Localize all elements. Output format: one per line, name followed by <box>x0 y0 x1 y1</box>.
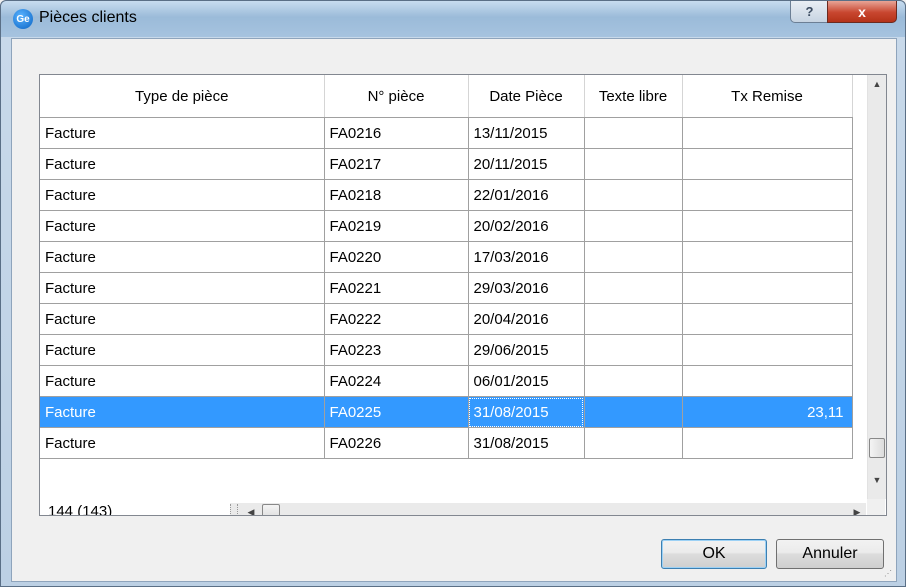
table-row[interactable]: Facture FA0222 20/04/2016 <box>40 303 853 335</box>
table-row[interactable]: Facture FA0221 29/03/2016 <box>40 272 853 304</box>
cell-number[interactable]: FA0217 <box>324 148 469 180</box>
cell-date[interactable]: 20/11/2015 <box>468 148 585 180</box>
cell-number[interactable]: FA0218 <box>324 179 469 211</box>
cell-number[interactable]: FA0223 <box>324 334 469 366</box>
cell-free-text[interactable] <box>584 148 683 180</box>
cell-number[interactable]: FA0216 <box>324 117 469 149</box>
splitter-grip-icon[interactable] <box>230 504 238 515</box>
scroll-up-icon[interactable]: ▲ <box>868 75 886 93</box>
cell-free-text[interactable] <box>584 334 683 366</box>
cell-type[interactable]: Facture <box>40 272 325 304</box>
close-icon: x <box>858 3 866 20</box>
scrollbar-corner <box>867 499 885 515</box>
cell-date[interactable]: 22/01/2016 <box>468 179 585 211</box>
documents-table: Type de pièce N° pièce Date Pièce Texte … <box>40 75 853 459</box>
cell-type[interactable]: Facture <box>40 179 325 211</box>
cell-free-text[interactable] <box>584 272 683 304</box>
cell-date[interactable]: 13/11/2015 <box>468 117 585 149</box>
cell-discount[interactable] <box>682 427 853 459</box>
cell-number[interactable]: FA0222 <box>324 303 469 335</box>
cell-number[interactable]: FA0226 <box>324 427 469 459</box>
vertical-scroll-thumb[interactable] <box>869 438 885 458</box>
table-row[interactable]: Facture FA0225 31/08/2015 23,11 <box>40 396 853 428</box>
cell-number[interactable]: FA0224 <box>324 365 469 397</box>
cell-type[interactable]: Facture <box>40 148 325 180</box>
scroll-left-icon[interactable]: ◀ <box>242 503 260 516</box>
cell-discount[interactable] <box>682 303 853 335</box>
cell-free-text[interactable] <box>584 210 683 242</box>
app-icon: Ge <box>13 9 33 29</box>
cell-free-text[interactable] <box>584 117 683 149</box>
cell-date[interactable]: 20/04/2016 <box>468 303 585 335</box>
window-title: Pièces clients <box>39 9 137 26</box>
cell-type[interactable]: Facture <box>40 396 325 428</box>
cell-free-text[interactable] <box>584 303 683 335</box>
cell-type[interactable]: Facture <box>40 210 325 242</box>
dialog-client-area: Type de pièce N° pièce Date Pièce Texte … <box>11 38 897 582</box>
cell-discount[interactable] <box>682 179 853 211</box>
title-bar[interactable]: Ge Pièces clients ? x <box>1 1 905 37</box>
cell-type[interactable]: Facture <box>40 365 325 397</box>
cell-number[interactable]: FA0221 <box>324 272 469 304</box>
close-button[interactable]: x <box>827 1 897 23</box>
cell-type[interactable]: Facture <box>40 303 325 335</box>
horizontal-scroll-thumb[interactable] <box>262 504 280 515</box>
cell-discount[interactable] <box>682 272 853 304</box>
cell-free-text[interactable] <box>584 396 683 428</box>
cell-discount[interactable] <box>682 148 853 180</box>
cell-type[interactable]: Facture <box>40 241 325 273</box>
help-button[interactable]: ? <box>790 1 829 23</box>
record-count: 144 (143) <box>40 499 228 515</box>
table-row[interactable]: Facture FA0224 06/01/2015 <box>40 365 853 397</box>
column-header-type[interactable]: Type de pièce <box>40 75 325 118</box>
table-row[interactable]: Facture FA0226 31/08/2015 <box>40 427 853 459</box>
cell-date[interactable]: 29/06/2015 <box>468 334 585 366</box>
header-row: Type de pièce N° pièce Date Pièce Texte … <box>40 75 853 118</box>
cell-date[interactable]: 31/08/2015 <box>468 427 585 459</box>
cell-discount[interactable] <box>682 241 853 273</box>
cell-type[interactable]: Facture <box>40 334 325 366</box>
cell-discount[interactable]: 23,11 <box>682 396 853 428</box>
column-header-number[interactable]: N° pièce <box>324 75 469 118</box>
cell-discount[interactable] <box>682 334 853 366</box>
scroll-right-icon[interactable]: ▶ <box>848 503 866 516</box>
cell-free-text[interactable] <box>584 427 683 459</box>
cell-discount[interactable] <box>682 210 853 242</box>
cell-date[interactable]: 31/08/2015 <box>468 396 585 428</box>
help-icon: ? <box>805 4 814 19</box>
vertical-scrollbar[interactable]: ▲ ▼ <box>867 75 886 499</box>
column-header-free-text[interactable]: Texte libre <box>584 75 683 118</box>
cell-number[interactable]: FA0219 <box>324 210 469 242</box>
cell-type[interactable]: Facture <box>40 427 325 459</box>
table-row[interactable]: Facture FA0217 20/11/2015 <box>40 148 853 180</box>
ok-button[interactable]: OK <box>661 539 767 569</box>
table-row[interactable]: Facture FA0220 17/03/2016 <box>40 241 853 273</box>
cell-date[interactable]: 17/03/2016 <box>468 241 585 273</box>
table-row[interactable]: Facture FA0223 29/06/2015 <box>40 334 853 366</box>
cell-free-text[interactable] <box>584 179 683 211</box>
column-header-discount[interactable]: Tx Remise <box>682 75 853 118</box>
cell-free-text[interactable] <box>584 365 683 397</box>
table-row[interactable]: Facture FA0216 13/11/2015 <box>40 117 853 149</box>
cell-free-text[interactable] <box>584 241 683 273</box>
cell-discount[interactable] <box>682 117 853 149</box>
scroll-down-icon[interactable]: ▼ <box>868 471 886 489</box>
cell-date[interactable]: 20/02/2016 <box>468 210 585 242</box>
cancel-button[interactable]: Annuler <box>776 539 884 569</box>
cell-number[interactable]: FA0220 <box>324 241 469 273</box>
table-row[interactable]: Facture FA0218 22/01/2016 <box>40 179 853 211</box>
cell-discount[interactable] <box>682 365 853 397</box>
column-header-date[interactable]: Date Pièce <box>468 75 585 118</box>
cell-type[interactable]: Facture <box>40 117 325 149</box>
cell-date[interactable]: 06/01/2015 <box>468 365 585 397</box>
cell-number[interactable]: FA0225 <box>324 396 469 428</box>
resize-grip-icon[interactable]: ⋰ <box>884 569 894 579</box>
documents-grid[interactable]: Type de pièce N° pièce Date Pièce Texte … <box>39 74 887 516</box>
dialog-window: Ge Pièces clients ? x Type de pièce N° p… <box>0 0 906 587</box>
horizontal-scrollbar[interactable]: ◀ ▶ <box>230 503 866 516</box>
cell-date[interactable]: 29/03/2016 <box>468 272 585 304</box>
table-row[interactable]: Facture FA0219 20/02/2016 <box>40 210 853 242</box>
